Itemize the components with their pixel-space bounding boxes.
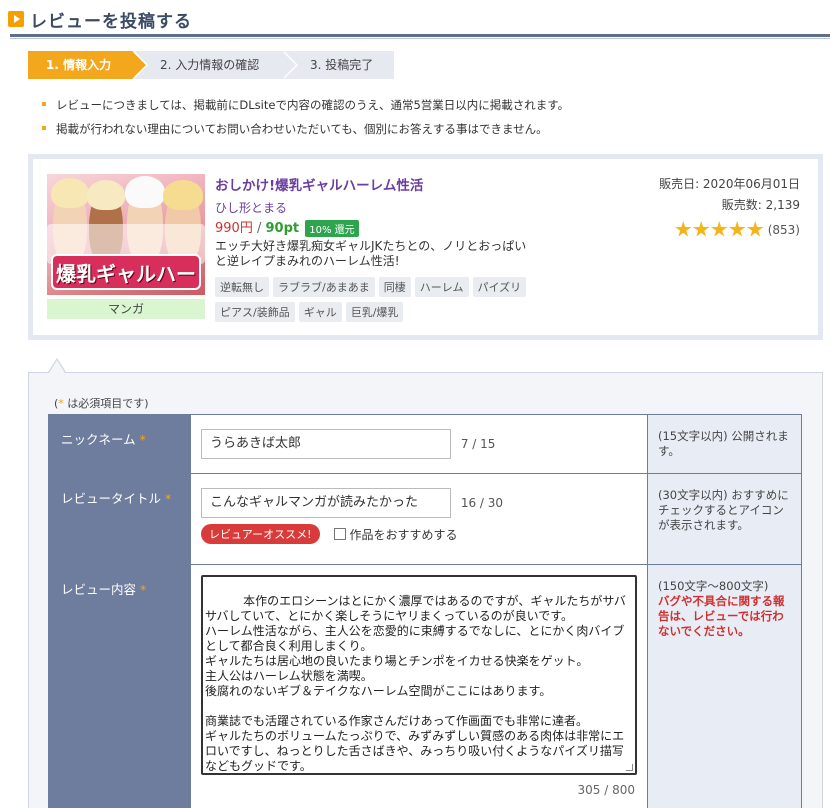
play-arrow-icon [8, 11, 24, 27]
circle-link[interactable]: ひし形とまる [215, 199, 287, 216]
notice-item: レビューにつきましては、掲載前にDLsiteで内容の確認のうえ、通常5営業日以内… [42, 96, 569, 120]
required-asterisk: * [140, 582, 147, 597]
price: 990円 [215, 221, 253, 236]
genre-tag[interactable]: ギャル [298, 302, 342, 322]
product-title-link[interactable]: おしかけ!爆乳ギャルハーレム性活 [215, 174, 423, 194]
required-note: (* は必須項目です) [54, 397, 149, 410]
thumbnail-logo: 爆乳ギャルハーレム性活 [51, 254, 201, 290]
product-description: エッチ大好き爆乳痴女ギャルJKたちとの、ノリとおっぱいと逆レイプまみれのハーレム… [215, 239, 527, 268]
nickname-counter: 7 / 15 [460, 437, 496, 451]
step-label: 1. 情報入力 [46, 58, 112, 72]
star-icon [675, 221, 692, 237]
release-date: 販売日: 2020年06月01日 [659, 177, 800, 191]
step-confirm: 2. 入力情報の確認 [132, 51, 298, 79]
product-card: 爆乳ギャルハーレム性活 マンガ おしかけ!爆乳ギャルハーレム性活 ひし形とまる … [28, 154, 823, 340]
review-warning: バグや不具合に関する報告は、レビューでは行わないでください。 [658, 594, 785, 638]
recommend-checkbox-label[interactable]: 作品をおすすめする [350, 526, 458, 543]
product-meta: 販売日: 2020年06月01日 販売数: 2,139 [659, 174, 800, 216]
review-title-counter: 16 / 30 [460, 496, 504, 510]
genre-tag[interactable]: パイズリ [472, 277, 527, 297]
step-label: 3. 投稿完了 [310, 58, 374, 72]
progress-steps: 1. 情報入力 2. 入力情報の確認 3. 投稿完了 [28, 51, 394, 79]
genre-tag[interactable]: 逆転無し [215, 277, 269, 297]
review-form: ニックネーム * うらあきば太郎 7 / 15 (15文字以内) 公開されます。… [48, 414, 802, 808]
notice-item: 掲載が行われない理由についてお問い合わせいただいても、個別にお答えする事はできま… [42, 120, 569, 144]
star-icon [711, 221, 728, 237]
review-title-input[interactable]: こんなギャルマンガが読みたかった [201, 488, 451, 518]
recommend-checkbox[interactable] [333, 528, 346, 540]
nickname-input[interactable]: うらあきば太郎 [201, 429, 451, 459]
required-asterisk: * [165, 491, 172, 506]
review-title-label: レビュータイトル * [48, 473, 191, 565]
category-label: マンガ [47, 299, 205, 319]
rating-count: (853) [767, 222, 800, 237]
genre-tag[interactable]: ピアス/装飾品 [215, 302, 295, 322]
star-icon [729, 221, 746, 237]
review-body-textarea[interactable]: 本作のエロシーンはとにかく濃厚ではあるのですが、ギャルたちがサバサバしていて、と… [201, 575, 637, 775]
genre-tag[interactable]: 巨乳/爆乳 [345, 302, 404, 322]
points: 90pt [265, 221, 300, 236]
review-body-hint: (150文字～800文字) バグや不具合に関する報告は、レビューでは行わないでく… [647, 564, 802, 808]
bullet-icon [42, 126, 46, 130]
step-complete: 3. 投稿完了 [282, 51, 394, 79]
nickname-hint: (15文字以内) 公開されます。 [647, 414, 802, 474]
star-icon [693, 221, 710, 237]
step-input: 1. 情報入力 [28, 51, 148, 79]
review-body-counter: 305 / 800 [577, 783, 635, 797]
price-line: 990円 / 90pt 10% 還元 [215, 217, 359, 237]
required-asterisk: * [139, 432, 146, 447]
genre-tag[interactable]: 同棲 [378, 277, 411, 297]
product-thumbnail[interactable]: 爆乳ギャルハーレム性活 [47, 174, 205, 295]
step-label: 2. 入力情報の確認 [160, 58, 260, 72]
point-return-badge: 10% 還元 [305, 220, 359, 237]
page-header: レビューを投稿する [8, 4, 192, 34]
bullet-icon [42, 102, 46, 106]
genre-tag[interactable]: ハーレム [414, 277, 469, 297]
title-divider [10, 34, 830, 37]
genre-tags: 逆転無し ラブラブ/あまあま 同棲 ハーレム パイズリ ピアス/装飾品 ギャル 巨乳/爆乳 [215, 277, 535, 327]
nickname-label: ニックネーム * [48, 414, 191, 474]
title-divider-thin [10, 38, 830, 39]
reviewer-recommend-badge: レビュアーオススメ! [201, 524, 320, 544]
review-body-label: レビュー内容 * [48, 564, 191, 808]
star-icon [747, 221, 764, 237]
genre-tag[interactable]: ラブラブ/あまあま [273, 277, 375, 297]
review-title-hint: (30文字以内) おすすめにチェックするとアイコンが表示されます。 [647, 473, 802, 565]
resize-handle-icon[interactable] [626, 764, 633, 771]
rating: (853) [675, 221, 800, 238]
price-separator: / [256, 221, 262, 236]
notice-list: レビューにつきましては、掲載前にDLsiteで内容の確認のうえ、通常5営業日以内… [42, 96, 569, 144]
sales-count: 販売数: 2,139 [721, 198, 800, 212]
page-title: レビューを投稿する [30, 11, 192, 32]
